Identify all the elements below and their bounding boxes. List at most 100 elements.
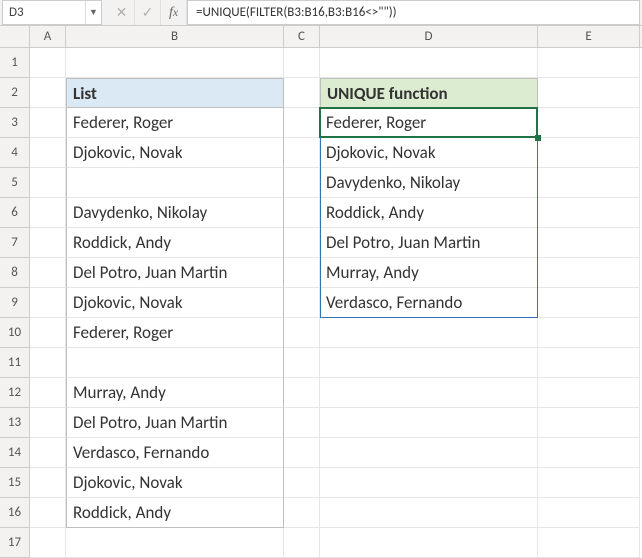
row-header-6[interactable]: 6 (0, 198, 30, 228)
row-header-14[interactable]: 14 (0, 438, 30, 468)
row-header-8[interactable]: 8 (0, 258, 30, 288)
cell-B16[interactable]: Roddick, Andy (66, 498, 284, 528)
cell-E7[interactable] (538, 228, 640, 258)
cell-E6[interactable] (538, 198, 640, 228)
cell-D8[interactable]: Murray, Andy (320, 258, 538, 288)
cell-C2[interactable] (284, 78, 320, 108)
col-header-B[interactable]: B (66, 26, 284, 47)
cell-D6[interactable]: Roddick, Andy (320, 198, 538, 228)
fill-handle[interactable] (535, 135, 541, 141)
row-header-3[interactable]: 3 (0, 108, 30, 138)
cell-A4[interactable] (30, 138, 66, 168)
cell-A1[interactable] (30, 48, 66, 78)
row-header-15[interactable]: 15 (0, 468, 30, 498)
cell-C9[interactable] (284, 288, 320, 318)
cell-E17[interactable] (538, 528, 640, 558)
cell-D10[interactable] (320, 318, 538, 348)
cell-A7[interactable] (30, 228, 66, 258)
cell-C11[interactable] (284, 348, 320, 378)
cell-B2[interactable]: List (66, 78, 284, 108)
cell-D13[interactable] (320, 408, 538, 438)
cell-C16[interactable] (284, 498, 320, 528)
cell-C3[interactable] (284, 108, 320, 138)
cell-A8[interactable] (30, 258, 66, 288)
cell-E1[interactable] (538, 48, 640, 78)
cell-D14[interactable] (320, 438, 538, 468)
col-header-A[interactable]: A (30, 26, 66, 47)
cell-C6[interactable] (284, 198, 320, 228)
row-header-7[interactable]: 7 (0, 228, 30, 258)
cell-E11[interactable] (538, 348, 640, 378)
cell-B7[interactable]: Roddick, Andy (66, 228, 284, 258)
cell-C5[interactable] (284, 168, 320, 198)
cell-A16[interactable] (30, 498, 66, 528)
cell-E5[interactable] (538, 168, 640, 198)
cell-C1[interactable] (284, 48, 320, 78)
row-header-1[interactable]: 1 (0, 48, 30, 78)
cell-B11[interactable] (66, 348, 284, 378)
cell-B10[interactable]: Federer, Roger (66, 318, 284, 348)
row-header-9[interactable]: 9 (0, 288, 30, 318)
cell-B3[interactable]: Federer, Roger (66, 108, 284, 138)
cell-A6[interactable] (30, 198, 66, 228)
row-header-16[interactable]: 16 (0, 498, 30, 528)
cell-E12[interactable] (538, 378, 640, 408)
col-header-E[interactable]: E (538, 26, 640, 47)
cell-E13[interactable] (538, 408, 640, 438)
row-header-11[interactable]: 11 (0, 348, 30, 378)
cell-C17[interactable] (284, 528, 320, 558)
cell-A9[interactable] (30, 288, 66, 318)
name-box-dropdown-icon[interactable]: ▼ (85, 1, 101, 24)
cell-B17[interactable] (66, 528, 284, 558)
cell-A2[interactable] (30, 78, 66, 108)
cell-D1[interactable] (320, 48, 538, 78)
cell-C10[interactable] (284, 318, 320, 348)
cell-D15[interactable] (320, 468, 538, 498)
cell-D5[interactable]: Davydenko, Nikolay (320, 168, 538, 198)
select-all-corner[interactable] (0, 26, 30, 47)
cell-E4[interactable] (538, 138, 640, 168)
cell-B9[interactable]: Djokovic, Novak (66, 288, 284, 318)
row-header-4[interactable]: 4 (0, 138, 30, 168)
cell-D4[interactable]: Djokovic, Novak (320, 138, 538, 168)
cell-B12[interactable]: Murray, Andy (66, 378, 284, 408)
cell-E3[interactable] (538, 108, 640, 138)
cell-D2[interactable]: UNIQUE function (320, 78, 538, 108)
cell-D7[interactable]: Del Potro, Juan Martin (320, 228, 538, 258)
row-header-2[interactable]: 2 (0, 78, 30, 108)
cell-D9[interactable]: Verdasco, Fernando (320, 288, 538, 318)
cell-B5[interactable] (66, 168, 284, 198)
cell-B6[interactable]: Davydenko, Nikolay (66, 198, 284, 228)
cell-A14[interactable] (30, 438, 66, 468)
cell-C7[interactable] (284, 228, 320, 258)
cell-A13[interactable] (30, 408, 66, 438)
row-header-17[interactable]: 17 (0, 528, 30, 558)
cell-E15[interactable] (538, 468, 640, 498)
cell-A11[interactable] (30, 348, 66, 378)
cell-E14[interactable] (538, 438, 640, 468)
cell-A15[interactable] (30, 468, 66, 498)
cell-A12[interactable] (30, 378, 66, 408)
cell-C15[interactable] (284, 468, 320, 498)
cell-B15[interactable]: Djokovic, Novak (66, 468, 284, 498)
cell-E16[interactable] (538, 498, 640, 528)
cell-D3[interactable]: Federer, Roger (320, 108, 538, 138)
row-header-13[interactable]: 13 (0, 408, 30, 438)
col-header-D[interactable]: D (320, 26, 538, 47)
cell-A10[interactable] (30, 318, 66, 348)
cell-C8[interactable] (284, 258, 320, 288)
cell-D17[interactable] (320, 528, 538, 558)
cell-E10[interactable] (538, 318, 640, 348)
cell-D12[interactable] (320, 378, 538, 408)
col-header-C[interactable]: C (284, 26, 320, 47)
fx-icon[interactable]: fx (161, 0, 187, 25)
cell-C13[interactable] (284, 408, 320, 438)
cell-E8[interactable] (538, 258, 640, 288)
cell-B1[interactable] (66, 48, 284, 78)
cell-C12[interactable] (284, 378, 320, 408)
cell-D16[interactable] (320, 498, 538, 528)
cell-E2[interactable] (538, 78, 640, 108)
formula-input[interactable]: =UNIQUE(FILTER(B3:B16,B3:B16<>"")) (187, 0, 640, 25)
cell-E9[interactable] (538, 288, 640, 318)
cell-B4[interactable]: Djokovic, Novak (66, 138, 284, 168)
